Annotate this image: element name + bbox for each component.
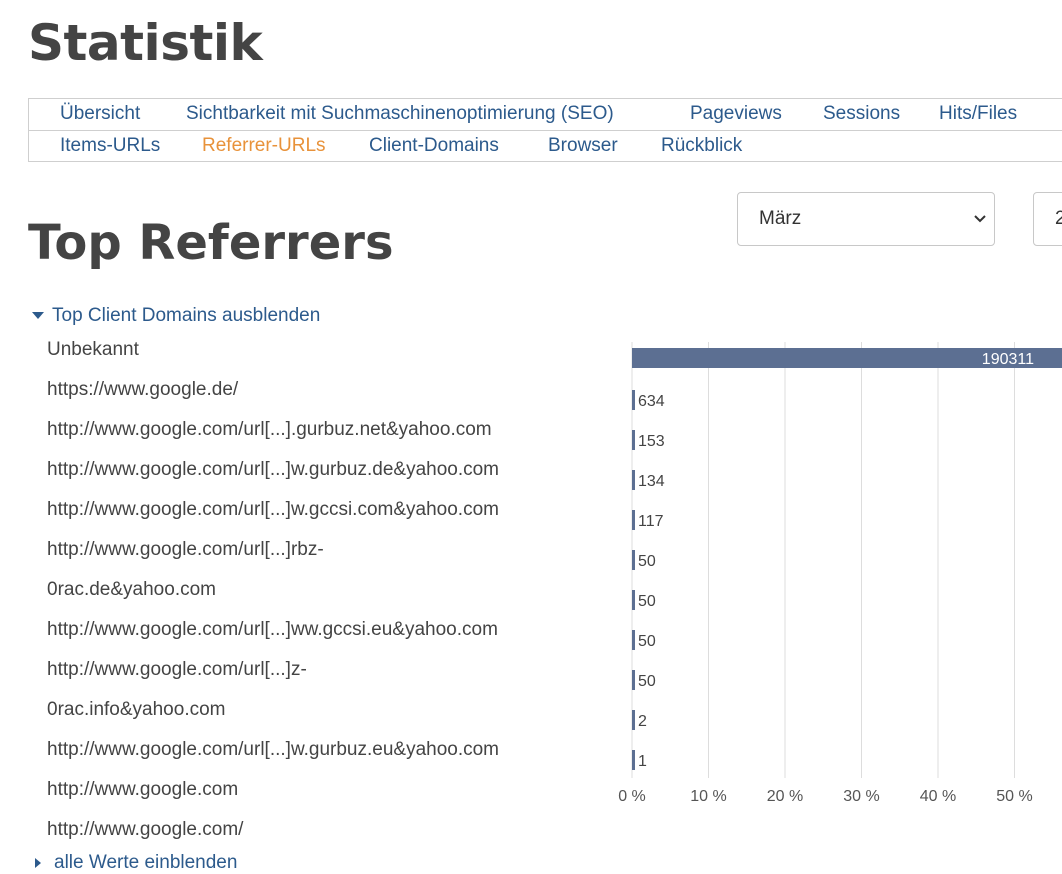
referrer-bar-chart: 0 % 10 % 20 % 30 % 40 % 50 %19031163415313411… [618, 342, 1062, 805]
x-tick-label: 10 % [690, 788, 726, 805]
caret-right-icon [35, 857, 41, 868]
x-tick-label: 0 % [618, 788, 646, 805]
tab-row-2: Items-URLs Referrer-URLs Client-Domains … [29, 131, 1062, 162]
bar [632, 670, 635, 690]
bar-value-label: 1 [638, 753, 647, 770]
referrer-row: http://www.google.com/url[...]z- [47, 659, 307, 680]
bar-value-label: 190311 [982, 351, 1034, 368]
hide-top-domains-toggle[interactable]: Top Client Domains ausblenden [32, 305, 320, 327]
tab-row-1: Übersicht Sichtbarkeit mit Suchmaschinen… [29, 99, 1062, 131]
tab-items-urls[interactable]: Items-URLs [60, 135, 160, 157]
referrer-row: https://www.google.de/ [47, 379, 239, 400]
tab-referrer-urls[interactable]: Referrer-URLs [202, 135, 326, 157]
bar-value-label: 50 [638, 553, 656, 570]
chevron-down-icon [974, 215, 986, 223]
referrer-row: http://www.google.com [47, 779, 239, 800]
tab-seo[interactable]: Sichtbarkeit mit Suchmaschinenoptimierun… [186, 103, 614, 125]
bar-value-label: 50 [638, 633, 656, 650]
year-select[interactable]: 2 [1033, 192, 1062, 246]
tab-pageviews[interactable]: Pageviews [690, 103, 782, 125]
bar-value-label: 2 [638, 713, 647, 730]
referrer-row: http://www.google.com/url[...]rbz- [47, 539, 324, 560]
bar-value-label: 634 [638, 393, 665, 410]
page-title: Statistik [28, 14, 263, 72]
bar-value-label: 134 [638, 473, 665, 490]
bar-value-label: 153 [638, 433, 665, 450]
tab-client-domains[interactable]: Client-Domains [369, 135, 499, 157]
tab-rueckblick[interactable]: Rückblick [661, 135, 742, 157]
x-tick-label: 20 % [767, 788, 803, 805]
tab-sessions[interactable]: Sessions [823, 103, 900, 125]
referrer-row: Unbekannt [47, 339, 139, 360]
bar [632, 590, 635, 610]
referrer-row: 0rac.info&yahoo.com [47, 699, 226, 720]
bar [632, 510, 635, 530]
bar [632, 750, 635, 770]
month-select[interactable]: März [737, 192, 995, 246]
show-all-label: alle Werte einblenden [54, 852, 238, 873]
tab-browser[interactable]: Browser [548, 135, 618, 157]
referrer-row: http://www.google.com/url[...]w.gurbuz.e… [47, 739, 500, 760]
referrer-row: http://www.google.com/url[...].gurbuz.ne… [47, 419, 492, 440]
referrer-row: http://www.google.com/url[...]w.gccsi.co… [47, 499, 499, 520]
caret-down-icon [32, 312, 44, 320]
bar [632, 550, 635, 570]
hide-top-domains-label: Top Client Domains ausblenden [52, 305, 321, 326]
bar [632, 470, 635, 490]
stats-tabs: Übersicht Sichtbarkeit mit Suchmaschinen… [28, 98, 1062, 162]
year-select-value: 2 [1055, 208, 1062, 229]
bar-value-label: 117 [638, 513, 664, 530]
bar-value-label: 50 [638, 673, 656, 690]
x-tick-label: 40 % [920, 788, 956, 805]
month-select-value: März [759, 208, 802, 229]
referrer-row: http://www.google.com/url[...]ww.gccsi.e… [47, 619, 498, 640]
tab-overview[interactable]: Übersicht [60, 103, 140, 125]
referrer-row: 0rac.de&yahoo.com [47, 579, 216, 600]
bar [632, 430, 635, 450]
referrer-row: http://www.google.com/ [47, 819, 244, 840]
x-tick-label: 50 % [996, 788, 1032, 805]
tab-hits-files[interactable]: Hits/Files [939, 103, 1017, 125]
bar [632, 710, 635, 730]
x-tick-label: 30 % [843, 788, 879, 805]
section-title: Top Referrers [28, 215, 394, 271]
bar-value-label: 50 [638, 593, 656, 610]
referrer-row: http://www.google.com/url[...]w.gurbuz.d… [47, 459, 500, 480]
show-all-toggle[interactable]: alle Werte einblenden [32, 852, 237, 874]
bar [632, 630, 635, 650]
bar [632, 390, 635, 410]
